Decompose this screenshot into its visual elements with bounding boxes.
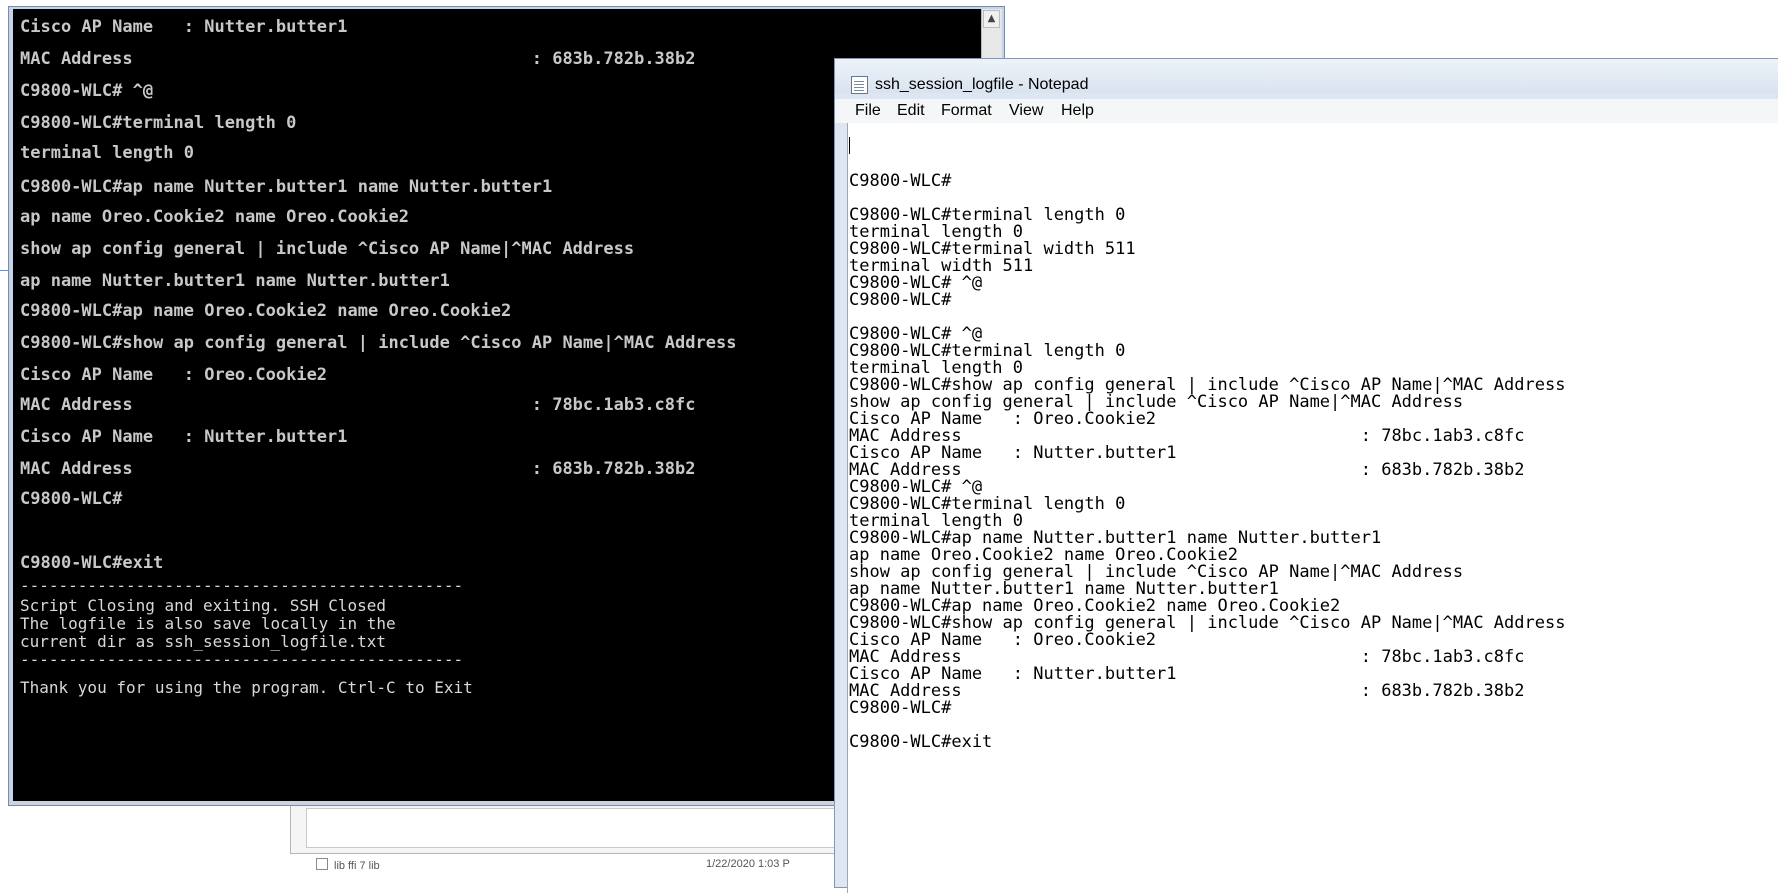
menu-file[interactable]: File xyxy=(855,102,881,120)
notepad-text-line: C9800-WLC#exit xyxy=(849,732,993,752)
console-line: Script Closing and exiting. SSH Closed xyxy=(20,596,387,615)
console-line: MAC Address : 78bc.1ab3.c8fc xyxy=(20,395,696,415)
console-line: show ap config general | include ^Cisco … xyxy=(20,239,635,259)
notepad-app-icon xyxy=(851,76,868,94)
notepad-title: ssh_session_logfile - Notepad xyxy=(875,76,1089,93)
notepad-menubar: File Edit Format View Help xyxy=(835,99,1778,123)
menu-help[interactable]: Help xyxy=(1061,102,1094,120)
console-line: The logfile is also save locally in the xyxy=(20,614,396,633)
console-line: Thank you for using the program. Ctrl-C … xyxy=(20,678,473,697)
console-line: C9800-WLC# ^@ xyxy=(20,81,154,101)
file-row-date: 1/22/2020 1:03 P xyxy=(706,858,790,870)
menu-view[interactable]: View xyxy=(1009,102,1043,120)
console-line: Cisco AP Name : Nutter.butter1 xyxy=(20,17,348,37)
menu-format[interactable]: Format xyxy=(941,102,992,120)
console-line: C9800-WLC#ap name Nutter.butter1 name Nu… xyxy=(20,177,553,197)
console-line: MAC Address : 683b.782b.38b2 xyxy=(20,459,696,479)
notepad-titlebar[interactable]: ssh_session_logfile - Notepad xyxy=(835,59,1778,94)
console-line: Cisco AP Name : Oreo.Cookie2 xyxy=(20,365,328,385)
console-line: Cisco AP Name : Nutter.butter1 xyxy=(20,427,348,447)
text-caret xyxy=(849,137,850,154)
console-line: current dir as ssh_session_logfile.txt xyxy=(20,632,387,651)
console-line: ap name Nutter.butter1 name Nutter.butte… xyxy=(20,271,450,291)
background-file-row[interactable]: lib ffi 7 lib 1/22/2020 1:03 P xyxy=(316,858,876,870)
console-line: C9800-WLC#show ap config general | inclu… xyxy=(20,333,737,353)
console-line: C9800-WLC# xyxy=(20,489,123,509)
notepad-text-line: C9800-WLC# xyxy=(849,290,952,310)
console-line: ap name Oreo.Cookie2 name Oreo.Cookie2 xyxy=(20,207,409,227)
console-line: C9800-WLC#ap name Oreo.Cookie2 name Oreo… xyxy=(20,301,512,321)
console-line: C9800-WLC#terminal length 0 xyxy=(20,113,297,133)
console-line: ----------------------------------------… xyxy=(20,576,464,595)
background-explorer-field xyxy=(306,808,846,848)
scroll-up-arrow-icon[interactable]: ▲ xyxy=(983,10,1000,28)
console-line: C9800-WLC#exit xyxy=(20,553,164,573)
notepad-text-line: C9800-WLC# xyxy=(849,698,952,718)
menu-edit[interactable]: Edit xyxy=(897,102,925,120)
console-line: terminal length 0 xyxy=(20,143,194,163)
file-icon xyxy=(316,858,328,870)
console-line: ----------------------------------------… xyxy=(20,650,464,669)
notepad-text-line: C9800-WLC# xyxy=(849,171,952,191)
console-line: MAC Address : 683b.782b.38b2 xyxy=(20,49,696,69)
